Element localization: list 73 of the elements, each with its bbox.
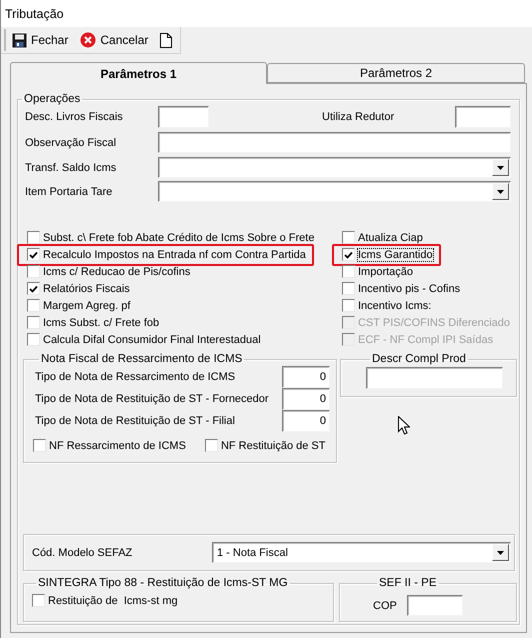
checkbox[interactable] (27, 265, 40, 278)
group-title: Descr Compl Prod (371, 353, 467, 366)
field-label: Transf. Saldo Icms (25, 162, 118, 174)
checkbox-label[interactable]: Icms c/ Reducao de Pis/cofins (43, 266, 190, 278)
field-label: COP (373, 600, 397, 612)
checkbox[interactable] (342, 248, 355, 261)
checkbox-label[interactable]: Importação (358, 266, 414, 278)
checkbox[interactable] (27, 282, 40, 295)
dropdown-field[interactable] (158, 157, 511, 178)
checkbox[interactable] (33, 439, 46, 452)
group-title: SEF II - PE (378, 577, 438, 590)
checkbox-label[interactable]: Subst. c\ Frete fob Abate Crédito de Icms Sobre o Frete (43, 232, 314, 244)
caret-icon (497, 550, 504, 554)
dropdown-field[interactable]: 1 - Nota Fiscal (212, 542, 511, 563)
checkbox-label[interactable]: Margem Agreg. pf (43, 300, 130, 312)
tab[interactable]: Parâmetros 1 (10, 62, 267, 84)
field-label: Cód. Modelo SEFAZ (32, 546, 134, 558)
checkbox-label[interactable]: Calcula Difal Consumidor Final Interestadual (43, 334, 261, 346)
input-field[interactable] (455, 106, 511, 128)
blank-page-icon (160, 32, 172, 48)
checkbox[interactable] (342, 265, 355, 278)
field-label: Item Portaria Tare (25, 186, 114, 198)
checkbox[interactable] (27, 248, 40, 261)
input-field[interactable]: 0 (282, 410, 330, 432)
checkbox[interactable] (342, 282, 355, 295)
checkbox[interactable] (342, 299, 355, 312)
group-title: Nota Fiscal de Ressarcimento de ICMS (40, 353, 244, 366)
field-label: Observação Fiscal (25, 136, 118, 148)
cancel-icon (80, 32, 96, 48)
field-label: Tipo de Nota de Ressarcimento de ICMS (35, 371, 236, 383)
tab[interactable]: Parâmetros 2 (267, 63, 525, 83)
field-label: Desc. Livros Fiscais (25, 111, 124, 123)
close-button[interactable]: Fechar (9, 30, 72, 50)
check-icon (29, 250, 38, 258)
group-title: Operações (23, 93, 82, 106)
dropdown-field[interactable] (158, 181, 511, 202)
checkbox-label[interactable]: NF Restituição de ST (220, 440, 326, 452)
input-field[interactable]: 0 (282, 366, 330, 388)
group-title: SINTEGRA Tipo 88 - Restituição de Icms-ST MG (37, 577, 289, 590)
checkbox-label[interactable]: Icms Garantido (358, 248, 433, 260)
dropdown-button[interactable] (492, 159, 509, 176)
check-icon (29, 284, 38, 292)
dropdown-button[interactable] (492, 544, 509, 561)
checkbox[interactable] (342, 231, 355, 244)
checkbox[interactable] (27, 333, 40, 346)
checkbox-label[interactable]: Icms Subst. c/ Frete fob (43, 316, 160, 328)
checkbox[interactable] (27, 231, 40, 244)
field-label: Utiliza Redutor (322, 111, 396, 123)
caret-icon (497, 166, 504, 170)
checkbox-label[interactable]: Recalculo Impostos na Entrada nf com Contra Partida (43, 248, 306, 260)
checkbox[interactable] (27, 299, 40, 312)
field-label: Tipo de Nota de Restituição de ST - Filial (35, 415, 236, 427)
mouse-pointer-icon (398, 416, 410, 435)
checkbox-label[interactable]: Relatórios Fiscais (43, 282, 130, 294)
checkbox-label[interactable]: Incentivo pis - Cofins (358, 282, 460, 294)
input-field[interactable] (366, 367, 503, 389)
cancel-button[interactable]: Cancelar (77, 30, 152, 50)
checkbox[interactable] (32, 594, 45, 607)
dropdown-button[interactable] (492, 183, 509, 200)
input-field[interactable]: 0 (282, 388, 330, 410)
checkbox-label[interactable]: Restituição de Icms-st mg (48, 594, 178, 606)
input-field[interactable] (158, 132, 511, 153)
checkbox[interactable] (27, 316, 40, 329)
field-label: Tipo de Nota de Restituição de ST - Fornecedor (35, 393, 270, 405)
checkbox[interactable] (204, 439, 218, 452)
input-field[interactable] (158, 106, 209, 128)
check-icon (344, 250, 353, 258)
caret-icon (497, 190, 504, 194)
checkbox-label[interactable]: NF Ressarcimento de ICMS (49, 440, 186, 452)
checkbox-label[interactable]: Atualiza Ciap (358, 232, 423, 244)
window-title: Tributação (1, 0, 532, 27)
checkbox-label[interactable]: Incentivo Icms: (358, 300, 432, 312)
input-field[interactable] (406, 595, 463, 616)
